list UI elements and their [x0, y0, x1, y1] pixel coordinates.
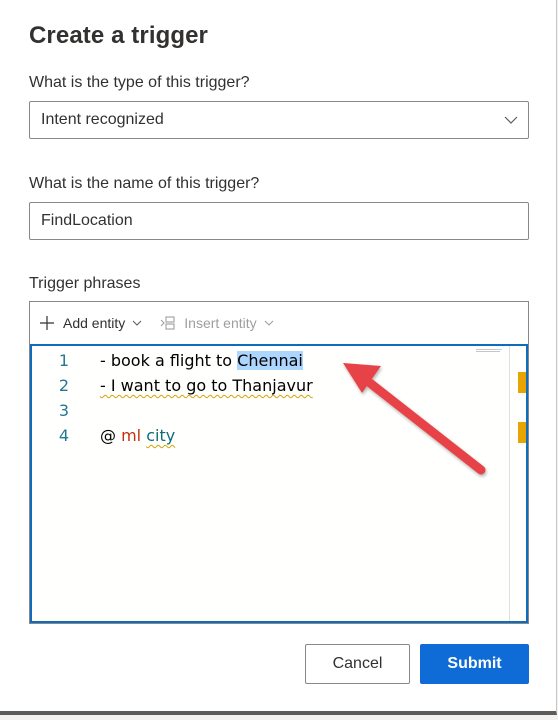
- cancel-button[interactable]: Cancel: [305, 644, 410, 684]
- trigger-type-dropdown[interactable]: Intent recognized: [29, 101, 529, 139]
- trigger-name-value: FindLocation: [41, 212, 133, 229]
- trigger-name-input[interactable]: FindLocation: [29, 202, 529, 240]
- insert-entity-label: Insert entity: [184, 315, 257, 331]
- trigger-type-value: Intent recognized: [41, 111, 164, 128]
- entity-name: city: [146, 426, 176, 445]
- line-number: 3: [58, 401, 69, 420]
- editor-toolbar: Add entity Insert entity: [30, 302, 528, 344]
- code-line: 1 - book a flight to Chennai: [32, 348, 502, 373]
- line-content: - book a flight to Chennai: [100, 348, 303, 373]
- code-text: - book a flight to: [100, 351, 238, 370]
- chevron-down-icon: [264, 320, 274, 326]
- add-entity-label: Add entity: [63, 315, 126, 331]
- insert-entity-icon: [160, 316, 175, 330]
- line-number: 2: [58, 376, 69, 395]
- line-content: - I want to go to Thanjavur: [100, 373, 313, 398]
- create-trigger-dialog: Create a trigger What is the type of thi…: [0, 0, 557, 715]
- dialog-title: Create a trigger: [29, 22, 208, 49]
- trigger-phrases-editor: Add entity Insert entity 1 - book a flig…: [29, 301, 529, 624]
- plus-icon: [40, 316, 54, 330]
- trigger-type-label: What is the type of this trigger?: [29, 74, 250, 91]
- code-line: 4 @ ml city: [32, 423, 502, 448]
- line-content: @ ml city: [100, 423, 175, 448]
- add-entity-button[interactable]: Add entity: [39, 302, 142, 344]
- line-number: 4: [58, 426, 69, 445]
- warning-marker: [518, 372, 526, 393]
- keyword-ml: ml: [121, 426, 142, 445]
- insert-entity-button[interactable]: Insert entity: [160, 302, 274, 344]
- code-editor[interactable]: 1 - book a flight to Chennai 2 - I want …: [30, 344, 528, 623]
- at-symbol: @: [100, 426, 122, 445]
- trigger-name-label: What is the name of this trigger?: [29, 175, 260, 192]
- trigger-phrases-label: Trigger phrases: [29, 275, 141, 292]
- line-number: 1: [58, 351, 69, 370]
- warning-marker: [518, 422, 526, 443]
- submit-button[interactable]: Submit: [420, 644, 529, 684]
- selected-text: Chennai: [237, 351, 303, 370]
- code-line: 2 - I want to go to Thanjavur: [32, 373, 502, 398]
- chevron-down-icon: [504, 116, 518, 124]
- minimap-divider: [509, 346, 510, 621]
- code-line: 3: [32, 398, 502, 423]
- squiggle-text: - I want to go to Thanjavur: [100, 376, 313, 395]
- chevron-down-icon: [132, 320, 142, 326]
- minimap-preview: [476, 349, 502, 352]
